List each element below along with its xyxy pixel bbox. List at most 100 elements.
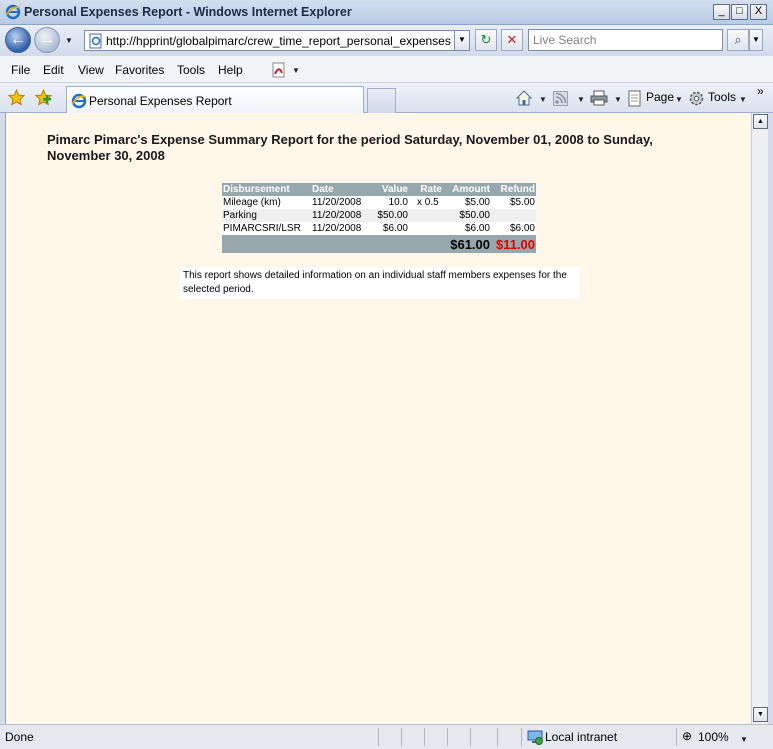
menu-bar: File Edit View Favorites Tools Help ▼	[0, 56, 773, 83]
zoom-level[interactable]: 100%	[698, 730, 729, 744]
status-divider	[447, 728, 448, 746]
report-title: Pimarc Pimarc's Expense Summary Report f…	[47, 132, 653, 163]
feeds-icon[interactable]	[553, 91, 568, 106]
new-tab-button[interactable]	[367, 88, 396, 113]
vertical-scrollbar[interactable]: ▲ ▼	[751, 113, 768, 724]
intranet-zone-icon	[527, 730, 543, 745]
address-dropdown-icon[interactable]: ▼	[454, 31, 469, 50]
column-header-refund: Refund	[491, 183, 536, 196]
table-header-row: Disbursement Date Value Rate Amount Refu…	[222, 183, 536, 196]
zoom-dropdown-icon[interactable]: ▼	[740, 735, 748, 744]
cell-refund: $6.00	[491, 222, 536, 235]
status-divider	[424, 728, 425, 746]
url-text[interactable]: http://hpprint/globalpimarc/crew_time_re…	[106, 34, 451, 48]
zoom-icon[interactable]: ⊕	[682, 729, 692, 743]
table-row: Parking 11/20/2008 $50.00 $50.00	[222, 209, 536, 222]
pdf-convert-icon[interactable]	[270, 61, 288, 79]
cell-amount: $5.00	[443, 196, 491, 209]
expense-table: Disbursement Date Value Rate Amount Refu…	[222, 183, 536, 253]
cell-rate	[409, 222, 443, 235]
tools-dropdown-icon[interactable]: ▼	[739, 95, 747, 104]
scroll-up-icon[interactable]: ▲	[753, 114, 768, 129]
menu-help[interactable]: Help	[218, 63, 243, 77]
status-text: Done	[5, 730, 34, 744]
status-divider	[401, 728, 402, 746]
menu-favorites[interactable]: Favorites	[115, 63, 164, 77]
cell-refund	[491, 209, 536, 222]
search-button[interactable]: ⌕	[727, 29, 749, 51]
column-header-disbursement: Disbursement	[222, 183, 311, 196]
feeds-dropdown-icon[interactable]: ▼	[577, 95, 585, 104]
page-dropdown-icon[interactable]: ▼	[675, 95, 683, 104]
favorites-star-icon[interactable]	[8, 89, 25, 106]
refresh-button[interactable]: ↻	[475, 29, 497, 51]
tools-menu-button[interactable]: Tools	[708, 90, 736, 104]
search-options-dropdown-icon[interactable]: ▼	[749, 29, 763, 51]
menu-edit[interactable]: Edit	[43, 63, 64, 77]
forward-button[interactable]: →	[34, 27, 60, 53]
menu-tools[interactable]: Tools	[177, 63, 205, 77]
cell-value: 10.0	[369, 196, 409, 209]
page-icon	[89, 33, 102, 49]
title-bar: Personal Expenses Report - Windows Inter…	[0, 0, 773, 25]
column-header-date: Date	[311, 183, 369, 196]
close-button[interactable]: X	[750, 4, 767, 20]
cell-amount: $6.00	[443, 222, 491, 235]
column-header-amount: Amount	[443, 183, 491, 196]
address-toolbar: ← → ▼ http://hpprint/globalpimarc/crew_t…	[0, 25, 773, 56]
back-button[interactable]: ←	[5, 27, 31, 53]
home-dropdown-icon[interactable]: ▼	[539, 95, 547, 104]
status-bar: Done Local intranet ⊕ 100% ▼	[0, 724, 773, 749]
column-header-value: Value	[369, 183, 409, 196]
address-bar[interactable]: http://hpprint/globalpimarc/crew_time_re…	[84, 30, 470, 51]
stop-button[interactable]: ✕	[501, 29, 523, 51]
cell-rate: x 0.5	[409, 196, 443, 209]
table-row: Mileage (km) 11/20/2008 10.0 x 0.5 $5.00…	[222, 196, 536, 209]
tab-personal-expenses-report[interactable]: Personal Expenses Report	[66, 86, 364, 113]
status-divider	[676, 728, 677, 746]
status-divider	[470, 728, 471, 746]
cell-date: 11/20/2008	[311, 222, 369, 235]
cell-date: 11/20/2008	[311, 209, 369, 222]
cell-disbursement: Mileage (km)	[222, 196, 311, 209]
page-menu-icon[interactable]	[627, 90, 643, 107]
status-divider	[497, 728, 498, 746]
cell-value: $6.00	[369, 222, 409, 235]
cell-rate	[409, 209, 443, 222]
report-description: This report shows detailed information o…	[180, 267, 579, 299]
internet-explorer-icon	[71, 93, 87, 109]
recent-pages-dropdown-icon[interactable]: ▼	[65, 36, 73, 45]
cell-amount: $50.00	[443, 209, 491, 222]
search-input[interactable]: Live Search	[528, 29, 723, 51]
total-refund: $11.00	[491, 235, 536, 253]
column-header-rate: Rate	[409, 183, 443, 196]
window-title: Personal Expenses Report - Windows Inter…	[24, 5, 352, 19]
menu-file[interactable]: File	[11, 63, 30, 77]
menu-view[interactable]: View	[78, 63, 104, 77]
page-menu-button[interactable]: Page	[646, 90, 674, 104]
home-icon[interactable]	[515, 89, 533, 107]
cell-date: 11/20/2008	[311, 196, 369, 209]
tab-bar: Personal Expenses Report ▼ ▼ ▼ Page ▼ To…	[0, 83, 773, 113]
cell-disbursement: Parking	[222, 209, 311, 222]
pdf-dropdown-icon[interactable]: ▼	[292, 66, 300, 75]
totals-row: $61.00 $11.00	[222, 235, 536, 253]
totals-spacer	[222, 235, 443, 253]
scroll-down-icon[interactable]: ▼	[753, 707, 768, 722]
print-icon[interactable]	[590, 90, 608, 106]
minimize-button[interactable]: _	[713, 4, 730, 20]
table-row: PIMARCSRI/LSR 11/20/2008 $6.00 $6.00 $6.…	[222, 222, 536, 235]
add-favorite-icon[interactable]	[35, 89, 52, 106]
tools-gear-icon[interactable]	[688, 90, 705, 107]
more-chevron-icon[interactable]: »	[757, 84, 764, 98]
tab-label: Personal Expenses Report	[89, 94, 232, 108]
cell-refund: $5.00	[491, 196, 536, 209]
internet-explorer-icon	[5, 4, 21, 20]
status-divider	[521, 728, 522, 746]
print-dropdown-icon[interactable]: ▼	[614, 95, 622, 104]
security-zone-label[interactable]: Local intranet	[545, 730, 617, 744]
status-divider	[378, 728, 379, 746]
total-amount: $61.00	[443, 235, 491, 253]
cell-disbursement: PIMARCSRI/LSR	[222, 222, 311, 235]
maximize-button[interactable]: □	[731, 4, 748, 20]
